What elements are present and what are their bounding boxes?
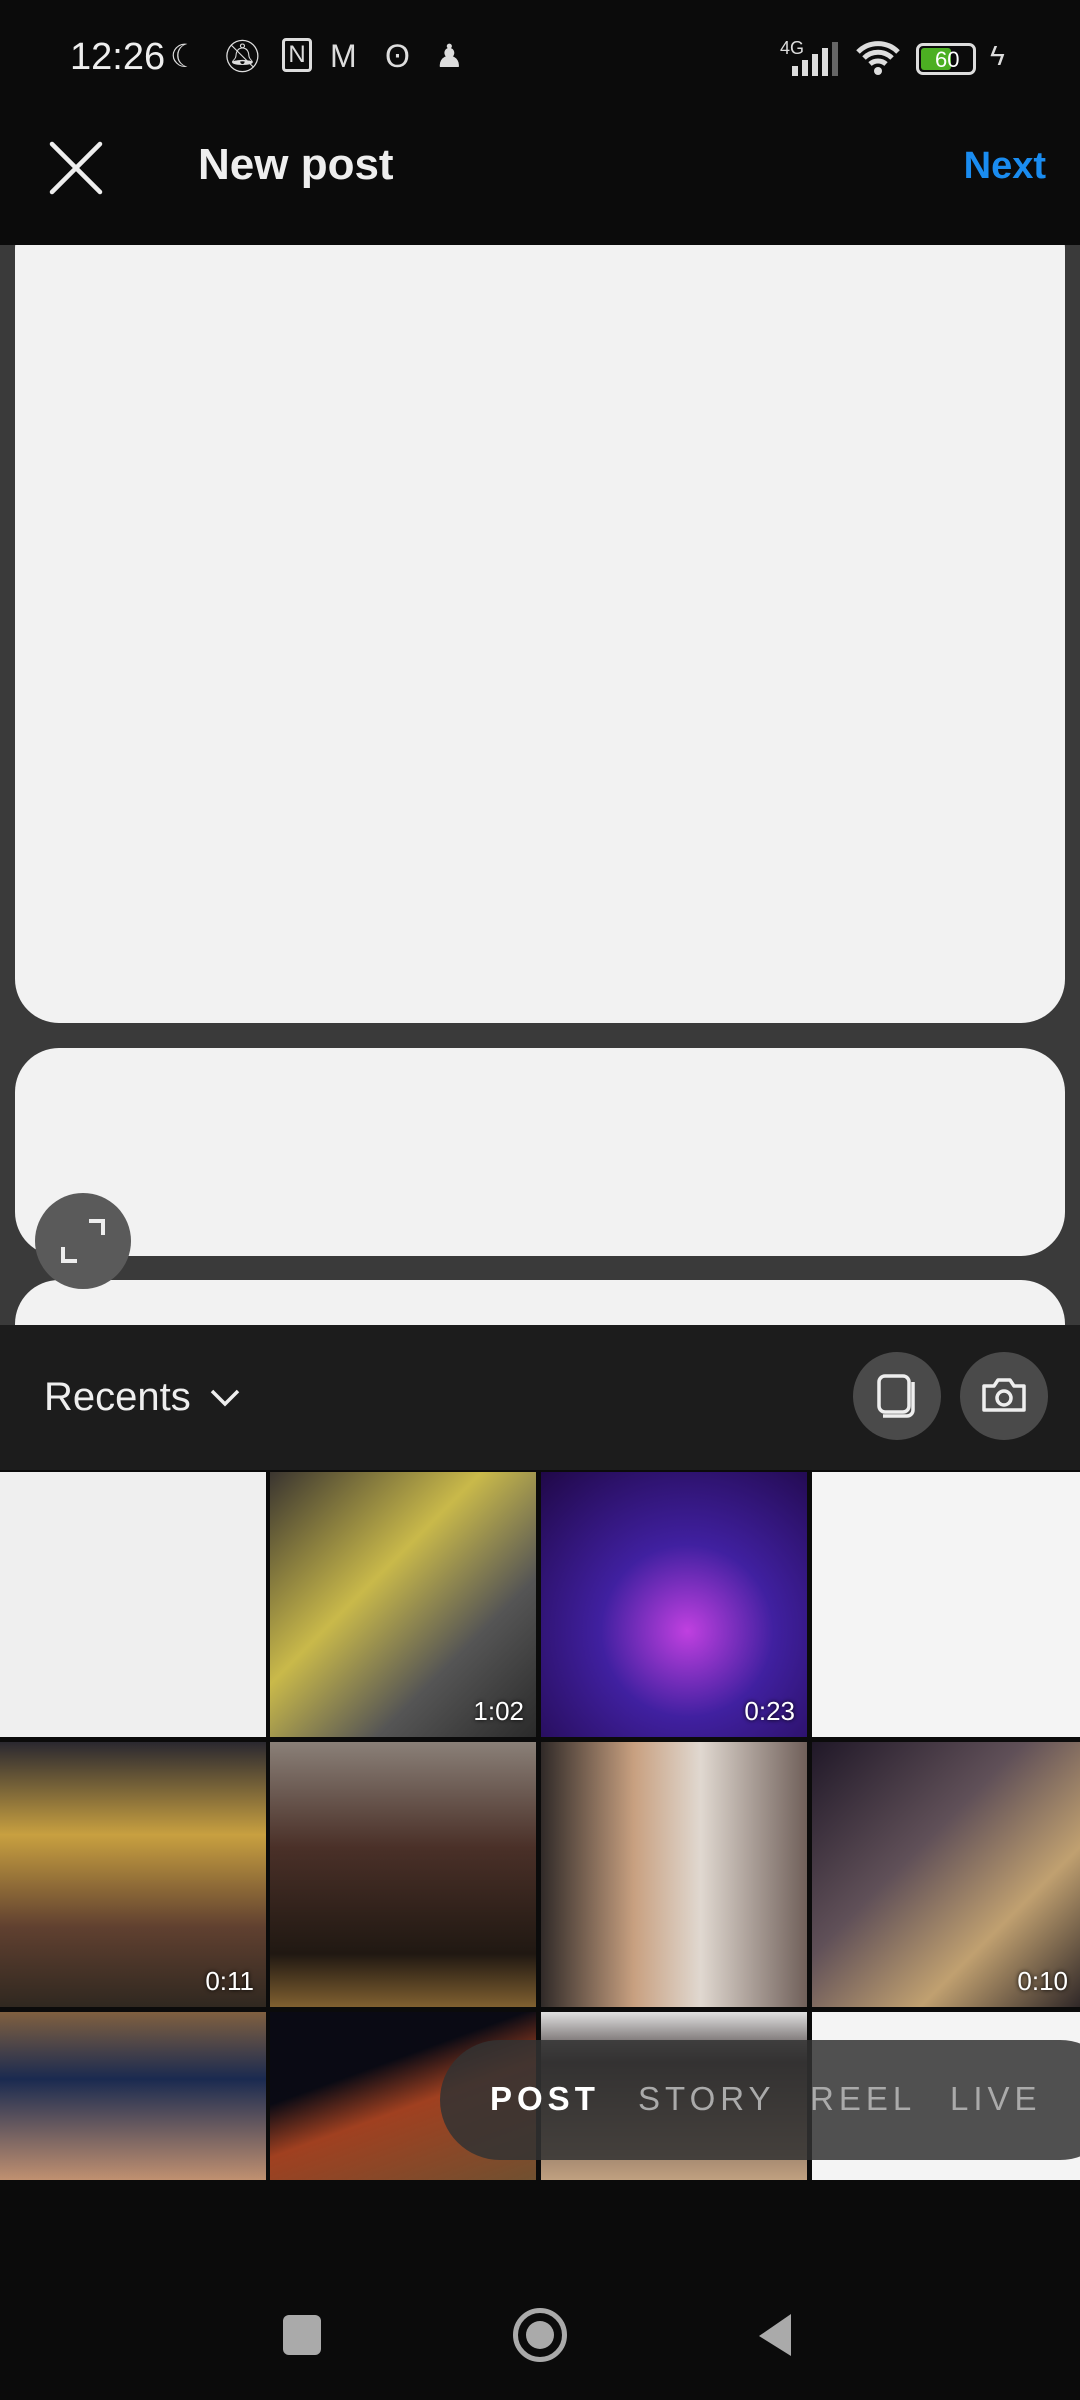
mode-post[interactable]: POST xyxy=(490,2080,600,2118)
gallery-thumbnail[interactable] xyxy=(0,2012,266,2180)
navigation-bar xyxy=(0,2180,1080,2400)
gallery-thumbnail[interactable]: 0:10 xyxy=(812,1742,1080,2007)
gallery-thumbnail[interactable]: 0:11 xyxy=(0,1742,266,2007)
gallery-thumbnail[interactable] xyxy=(270,1742,536,2007)
multi-select-icon xyxy=(877,1374,915,1418)
camera-icon xyxy=(982,1378,1026,1412)
home-nav-button[interactable] xyxy=(513,2308,567,2362)
gallery-thumbnail[interactable]: 0:23 xyxy=(541,1472,807,1737)
preview-card xyxy=(15,245,1065,1023)
header xyxy=(0,120,1080,245)
media-preview xyxy=(0,245,1080,1325)
page-title: New post xyxy=(198,140,394,189)
gallery-thumbnail[interactable] xyxy=(541,1742,807,2007)
status-bar: 12:26 ☾ 🔕︎ N M ʘ ♟ 4G 60 ϟ xyxy=(0,0,1080,120)
preview-card xyxy=(15,1280,1065,1325)
video-duration: 0:23 xyxy=(744,1696,795,1726)
album-selector[interactable]: Recents xyxy=(44,1375,241,1420)
gallery-thumbnail[interactable] xyxy=(0,1472,266,1737)
mode-live[interactable]: LIVE xyxy=(950,2080,1042,2118)
album-label: Recents xyxy=(44,1375,191,1419)
camera-button[interactable] xyxy=(960,1352,1048,1440)
video-duration: 0:11 xyxy=(205,1966,254,1996)
charging-icon: ϟ xyxy=(990,40,1005,71)
video-duration: 0:10 xyxy=(1017,1966,1068,1996)
recents-nav-button[interactable] xyxy=(283,2315,321,2355)
chess-pawn-icon: ♟ xyxy=(435,38,464,74)
gallery-thumbnail[interactable]: 1:02 xyxy=(270,1472,536,1737)
gmail-icon: M xyxy=(330,38,357,74)
battery-icon: 60 xyxy=(916,43,976,75)
mode-reel[interactable]: REEL xyxy=(810,2080,916,2118)
expand-icon xyxy=(61,1219,105,1263)
signal-icon xyxy=(792,42,838,76)
gallery-thumbnail[interactable] xyxy=(812,1472,1080,1737)
wifi-icon xyxy=(856,41,900,75)
close-icon[interactable] xyxy=(48,140,104,196)
battery-level: 60 xyxy=(935,47,960,72)
mode-story[interactable]: STORY xyxy=(638,2080,776,2118)
back-nav-button[interactable] xyxy=(755,2312,795,2358)
preview-card xyxy=(15,1048,1065,1256)
next-button[interactable]: Next xyxy=(964,145,1046,188)
bell-off-icon: 🔕︎ xyxy=(222,38,263,74)
status-time: 12:26 xyxy=(70,36,166,78)
chevron-down-icon xyxy=(210,1389,239,1406)
multi-select-button[interactable] xyxy=(853,1352,941,1440)
expand-button[interactable] xyxy=(35,1193,131,1289)
nfc-icon: N xyxy=(282,38,312,72)
video-duration: 1:02 xyxy=(473,1696,524,1726)
moon-icon: ☾ xyxy=(170,38,199,74)
app-icon: ʘ xyxy=(385,38,410,74)
